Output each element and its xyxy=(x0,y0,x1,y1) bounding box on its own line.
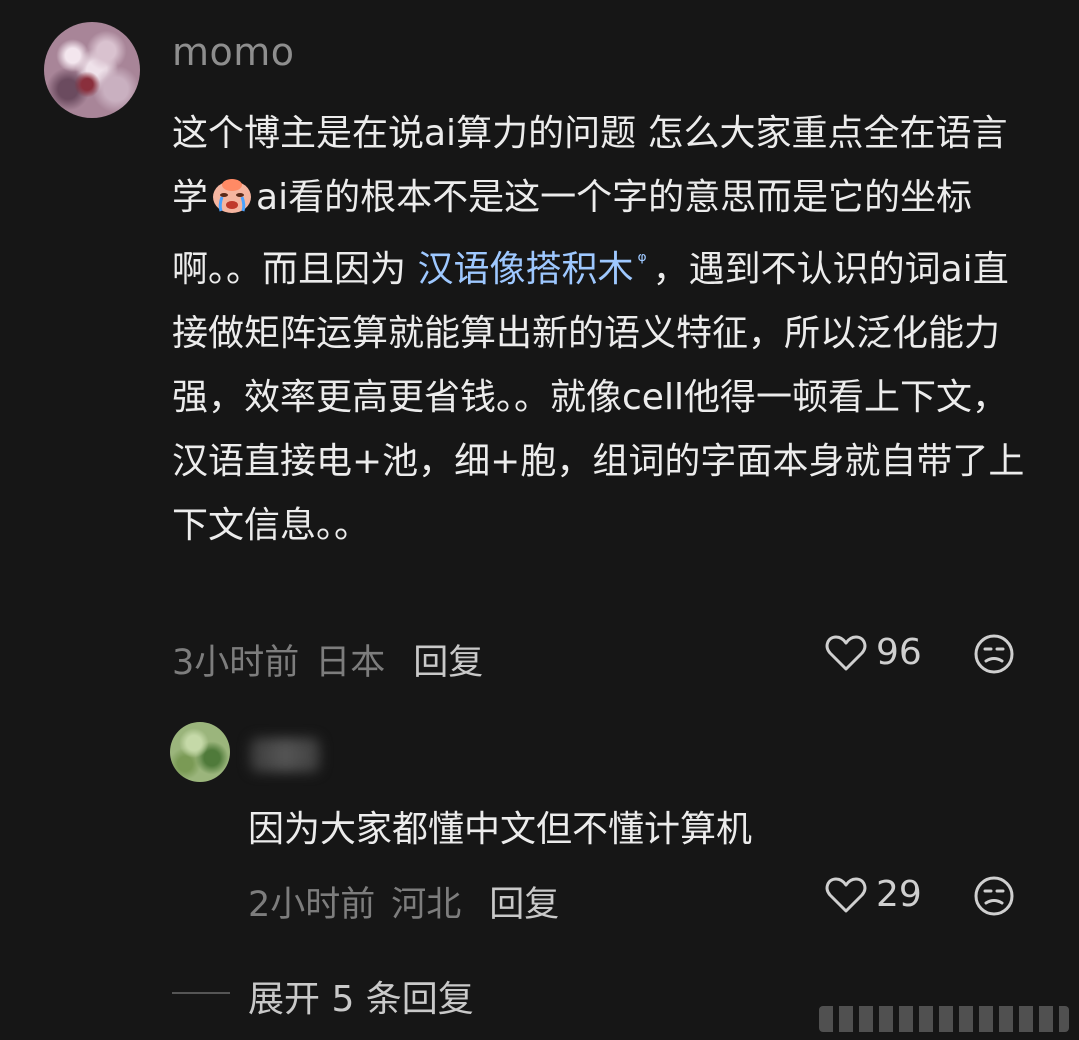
reply-like-count: 29 xyxy=(876,874,922,915)
crying-face-emoji xyxy=(213,179,252,213)
like-count: 96 xyxy=(876,632,922,673)
watermark xyxy=(819,1006,1069,1032)
heart-icon xyxy=(825,877,867,912)
like-button[interactable]: 96 xyxy=(824,632,922,673)
topic-link[interactable]: 汉语像搭积木 ᵠ xyxy=(417,249,652,290)
reply-button[interactable]: 回复 xyxy=(413,634,483,685)
comment-location: 日本 xyxy=(315,643,386,683)
comment-time: 3小时前 xyxy=(172,643,300,683)
reply-avatar[interactable] xyxy=(170,722,230,782)
comment-text-part: ，遇到不认识的词ai直接做矩阵运算就能算出新的语义特征，所以泛化能力强，效率更高… xyxy=(172,249,1025,546)
reply-like-button[interactable]: 29 xyxy=(824,874,922,915)
search-icon: ᵠ xyxy=(637,249,647,274)
divider-line xyxy=(172,992,230,994)
expand-replies-button[interactable]: 展开 5 条回复 xyxy=(248,970,474,1022)
reply-text: 因为大家都懂中文但不懂计算机 xyxy=(248,809,753,850)
reply-meta: 2小时前 河北 回复 xyxy=(248,876,559,927)
reply-username-blurred[interactable] xyxy=(250,738,320,772)
comment-username[interactable]: momo xyxy=(172,30,295,74)
reply-location: 河北 xyxy=(391,885,462,925)
unhappy-face-icon[interactable] xyxy=(972,632,1016,676)
reply-time: 2小时前 xyxy=(248,885,376,925)
reply-reply-button[interactable]: 回复 xyxy=(489,876,559,927)
avatar[interactable] xyxy=(44,22,140,118)
topic-label[interactable]: 汉语像搭积木 xyxy=(417,249,633,290)
comment-text: 这个博主是在说ai算力的问题 怎么大家重点全在语言学 ai看的根本不是这一个字的意… xyxy=(172,102,1042,558)
heart-icon xyxy=(825,635,867,670)
comment-meta: 3小时前 日本 回复 xyxy=(172,634,483,685)
unhappy-face-icon[interactable] xyxy=(972,874,1016,918)
